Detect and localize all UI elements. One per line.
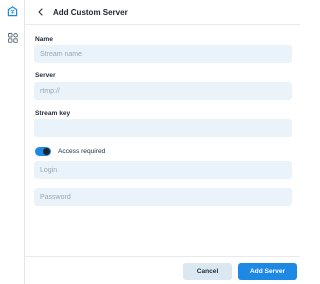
access-required-label: Access required (58, 148, 106, 155)
chevron-left-icon (37, 3, 44, 21)
rail-widgets-button[interactable] (0, 25, 25, 52)
side-rail (0, 0, 25, 284)
password-field[interactable]: Password (34, 188, 292, 206)
login-field[interactable]: Login (34, 161, 292, 179)
access-required-toggle[interactable] (35, 147, 51, 156)
add-server-panel: Add Custom Server (25, 0, 300, 284)
broadcast-icon (7, 4, 18, 22)
server-url-placeholder: rtmp:// (40, 87, 60, 95)
panel-header: Add Custom Server (25, 0, 300, 25)
server-url-field[interactable]: rtmp:// (34, 82, 292, 100)
cancel-button[interactable]: Cancel (183, 263, 232, 280)
password-placeholder: Password (40, 193, 71, 201)
server-label: Server (35, 72, 56, 79)
back-button[interactable] (34, 6, 46, 18)
stream-key-label: Stream key (35, 110, 71, 117)
access-required-row: Access required (35, 147, 105, 156)
login-placeholder: Login (40, 166, 58, 174)
widgets-icon (7, 30, 18, 48)
stream-key-field[interactable] (34, 119, 292, 137)
panel-footer: Cancel Add Server (25, 256, 300, 284)
stream-name-placeholder: Stream name (40, 50, 83, 58)
add-server-button[interactable]: Add Server (238, 263, 297, 280)
page-title: Add Custom Server (53, 7, 128, 17)
name-label: Name (35, 36, 53, 43)
stream-name-field[interactable]: Stream name (34, 45, 292, 63)
rail-stream-button[interactable] (0, 0, 25, 25)
